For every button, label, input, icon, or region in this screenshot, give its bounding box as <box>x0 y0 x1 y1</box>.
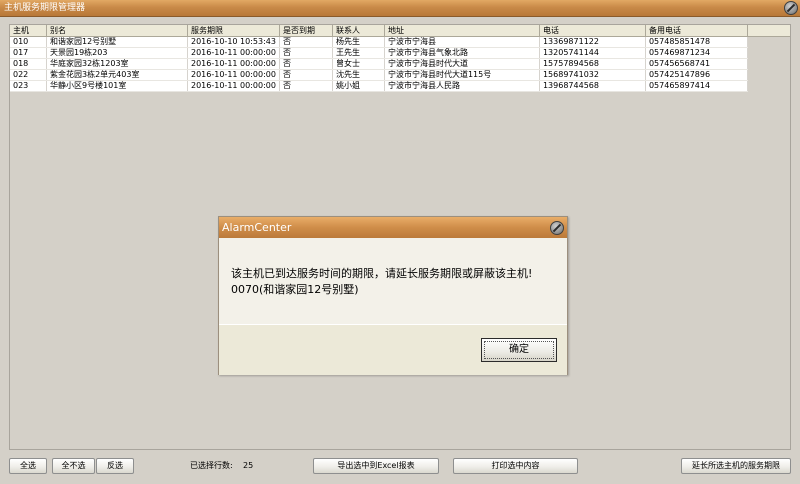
dialog-titlebar[interactable]: AlarmCenter <box>219 217 567 238</box>
window-titlebar: 主机服务期限管理器 <box>0 0 800 17</box>
print-selected-button[interactable]: 打印选中内容 <box>453 458 578 474</box>
invert-selection-button[interactable]: 反选 <box>96 458 134 474</box>
column-header-contact[interactable]: 联系人 <box>332 25 385 37</box>
cell-alias: 华庭家园32栋1203室 <box>46 58 188 70</box>
select-none-button[interactable]: 全不选 <box>52 458 95 474</box>
cell-backup-phone: 057456568741 <box>645 58 748 70</box>
cell-address: 宁波市宁海县时代大道 <box>384 58 540 70</box>
table-row[interactable]: 018 华庭家园32栋1203室 2016-10-11 00:00:00 否 曾… <box>10 58 748 70</box>
cell-address: 宁波市宁海县人民路 <box>384 80 540 92</box>
cell-expired: 否 <box>279 69 333 81</box>
cell-address: 宁波市宁海县气象北路 <box>384 47 540 59</box>
window-close-icon[interactable] <box>784 1 798 15</box>
dialog-message-line1: 该主机已到达服务时间的期限，请延长服务期限或屏蔽该主机! <box>231 267 533 280</box>
dialog-title: AlarmCenter <box>222 221 292 234</box>
cell-service-period: 2016-10-11 00:00:00 <box>187 47 280 59</box>
cell-contact: 姚小姐 <box>332 80 385 92</box>
cell-alias: 和谐家园12号别墅 <box>46 36 188 48</box>
cell-backup-phone: 057425147896 <box>645 69 748 81</box>
table-row[interactable]: 023 华静小区9号楼101室 2016-10-11 00:00:00 否 姚小… <box>10 80 748 92</box>
cell-host: 010 <box>10 36 47 48</box>
cell-contact: 沈先生 <box>332 69 385 81</box>
cell-expired: 否 <box>279 80 333 92</box>
cell-phone: 13205741144 <box>539 47 646 59</box>
cell-phone: 15689741032 <box>539 69 646 81</box>
dialog-footer: 确定 <box>219 324 567 375</box>
cell-service-period: 2016-10-11 00:00:00 <box>187 69 280 81</box>
cell-contact: 杨先生 <box>332 36 385 48</box>
column-header-expired[interactable]: 是否到期 <box>279 25 333 37</box>
cell-host: 017 <box>10 47 47 59</box>
window-title: 主机服务期限管理器 <box>4 3 86 13</box>
cell-phone: 15757894568 <box>539 58 646 70</box>
cell-expired: 否 <box>279 58 333 70</box>
cell-expired: 否 <box>279 36 333 48</box>
column-header-address[interactable]: 地址 <box>384 25 540 37</box>
cell-address: 宁波市宁海县 <box>384 36 540 48</box>
cell-host: 023 <box>10 80 47 92</box>
column-header-host[interactable]: 主机 <box>10 25 47 37</box>
dialog-close-icon[interactable] <box>550 221 564 235</box>
table-row[interactable]: 017 天景园19栋203 2016-10-11 00:00:00 否 王先生 … <box>10 47 748 59</box>
cell-host: 018 <box>10 58 47 70</box>
selected-rows-label: 已选择行数: <box>190 461 233 470</box>
cell-contact: 王先生 <box>332 47 385 59</box>
cell-phone: 13369871122 <box>539 36 646 48</box>
ok-button[interactable]: 确定 <box>481 338 557 362</box>
cell-expired: 否 <box>279 47 333 59</box>
column-header-service-period[interactable]: 服务期限 <box>187 25 280 37</box>
column-header-phone[interactable]: 电话 <box>539 25 646 37</box>
export-excel-button[interactable]: 导出选中到Excel报表 <box>313 458 439 474</box>
table-header-row: 主机 别名 服务期限 是否到期 联系人 地址 电话 备用电话 <box>10 25 748 37</box>
table-row[interactable]: 022 紫金花园3栋2单元403室 2016-10-11 00:00:00 否 … <box>10 69 748 81</box>
column-header-alias[interactable]: 别名 <box>46 25 188 37</box>
table-row[interactable]: 010 和谐家园12号别墅 2016-10-10 10:53:43 否 杨先生 … <box>10 36 748 48</box>
cell-alias: 天景园19栋203 <box>46 47 188 59</box>
cell-contact: 曾女士 <box>332 58 385 70</box>
column-header-backup-phone[interactable]: 备用电话 <box>645 25 748 37</box>
host-table: 主机 别名 服务期限 是否到期 联系人 地址 电话 备用电话 010 和谐家园1… <box>10 25 748 92</box>
selected-rows-count: 25 <box>243 461 254 470</box>
cell-backup-phone: 057465897414 <box>645 80 748 92</box>
table-header-filler <box>748 25 790 37</box>
cell-alias: 紫金花园3栋2单元403室 <box>46 69 188 81</box>
cell-alias: 华静小区9号楼101室 <box>46 80 188 92</box>
dialog-message-line2: 0070(和谐家园12号别墅) <box>231 283 359 296</box>
cell-backup-phone: 057469871234 <box>645 47 748 59</box>
cell-service-period: 2016-10-10 10:53:43 <box>187 36 280 48</box>
cell-service-period: 2016-10-11 00:00:00 <box>187 80 280 92</box>
cell-phone: 13968744568 <box>539 80 646 92</box>
select-all-button[interactable]: 全选 <box>9 458 47 474</box>
cell-host: 022 <box>10 69 47 81</box>
cell-service-period: 2016-10-11 00:00:00 <box>187 58 280 70</box>
extend-service-button[interactable]: 延长所选主机的服务期限 <box>681 458 791 474</box>
alarm-dialog: AlarmCenter 该主机已到达服务时间的期限，请延长服务期限或屏蔽该主机!… <box>218 216 568 375</box>
cell-backup-phone: 057485851478 <box>645 36 748 48</box>
cell-address: 宁波市宁海县时代大道115号 <box>384 69 540 81</box>
